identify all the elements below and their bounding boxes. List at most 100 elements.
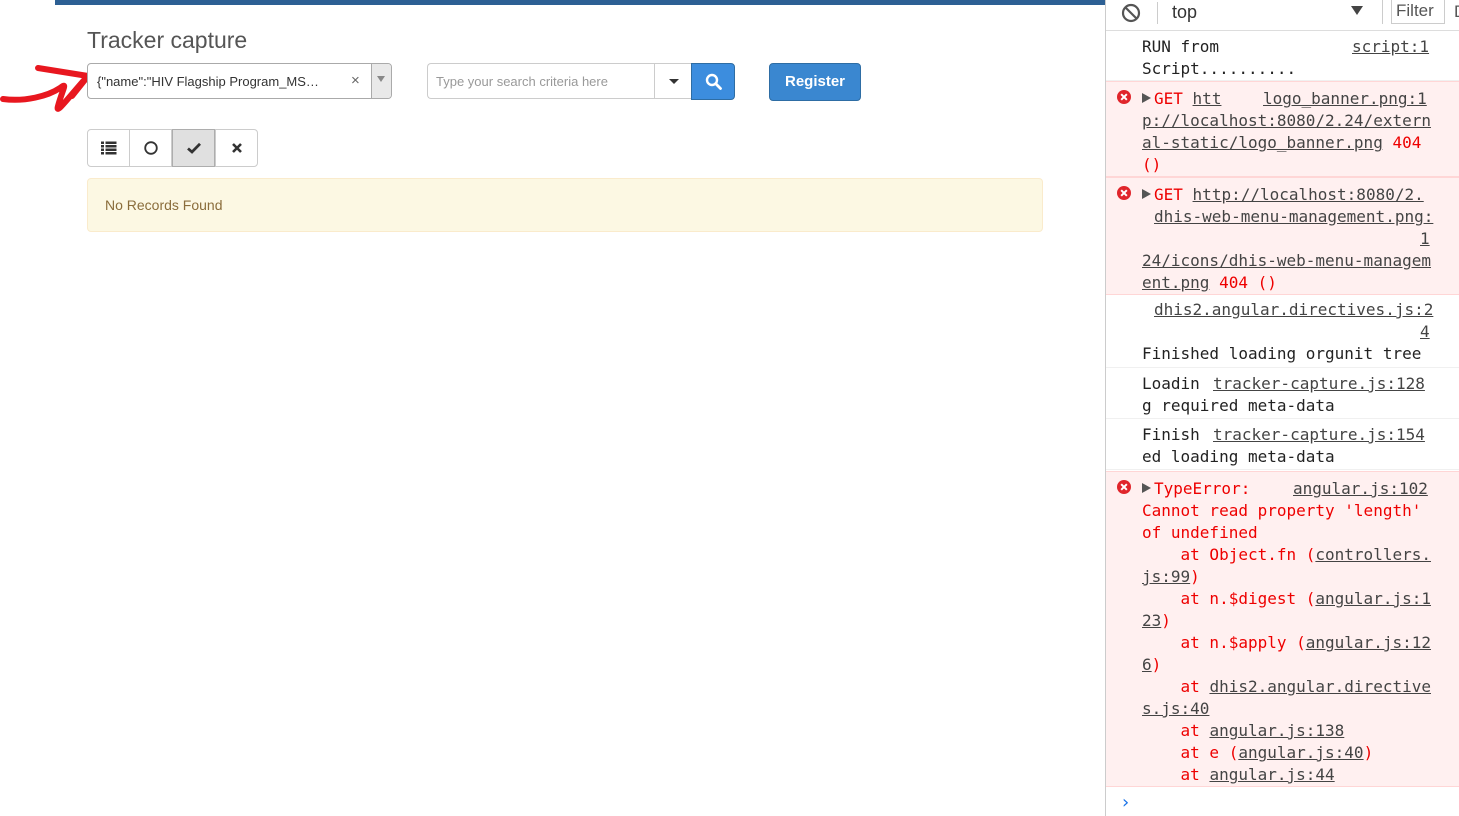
program-select-value: {"name":"HIV Flagship Program_MS… [97, 74, 319, 89]
stack-frame: at angular.js:44 [1142, 764, 1431, 786]
stack-source-link[interactable]: angular.js:40 [1238, 743, 1363, 762]
stack-frame-text: ) [1363, 743, 1374, 762]
error-icon [1117, 480, 1131, 494]
stack-frame-text: at [1142, 721, 1210, 740]
clear-selection-icon[interactable]: × [351, 72, 360, 89]
stack-trace: at Object.fn (controllers. js:99) at n.$d… [1142, 544, 1431, 786]
stack-frame-text: at n.$digest ( [1142, 589, 1316, 608]
request-url-link[interactable]: al-static/logo_banner.png [1142, 133, 1383, 152]
no-records-alert: No Records Found [87, 178, 1043, 232]
search-input[interactable] [427, 63, 655, 99]
stack-frame-text: at [1142, 677, 1210, 696]
message-text: RUN from [1142, 37, 1220, 56]
stack-frame: at angular.js:138 [1142, 720, 1431, 742]
devtools-console-panel: top Filter D RUN from script:1 Script...… [1105, 0, 1459, 816]
stack-source-link[interactable]: angular.js:44 [1209, 765, 1334, 784]
stack-source-link[interactable]: angular.js:138 [1209, 721, 1344, 740]
message-text: g required meta-data [1142, 396, 1335, 415]
register-button[interactable]: Register [769, 63, 861, 101]
console-error-message: GET http://localhost:8080/2. dhis-web-me… [1106, 177, 1459, 295]
request-url-link[interactable]: http://localhost:8080/2. [1193, 185, 1424, 204]
stack-frame: 6) [1142, 654, 1431, 676]
http-status: 404 () [1219, 273, 1277, 292]
open-filter-button[interactable] [129, 129, 172, 167]
cancelled-filter-button[interactable] [215, 129, 258, 167]
console-error-message: TypeError: angular.js:102 Cannot read pr… [1106, 471, 1459, 787]
search-options-dropdown[interactable] [654, 63, 692, 99]
stack-frame: at Object.fn (controllers. [1142, 544, 1431, 566]
error-message: Cannot read property 'length' [1142, 501, 1422, 520]
chevron-down-icon [377, 76, 385, 82]
stack-frame: at dhis2.angular.directive [1142, 676, 1431, 698]
source-link[interactable]: angular.js:102 [1293, 478, 1428, 500]
error-icon [1117, 186, 1131, 200]
page-title: Tracker capture [87, 27, 248, 53]
message-text: Finished loading orgunit tree [1142, 344, 1422, 363]
annotation-arrow [0, 65, 91, 112]
console-log-message: Loadin tracker-capture.js:128 g required… [1106, 369, 1459, 419]
source-link[interactable]: tracker-capture.js:128 [1213, 373, 1425, 395]
alert-text: No Records Found [105, 197, 223, 213]
source-link[interactable]: tracker-capture.js:154 [1213, 424, 1425, 446]
stack-frame-text: at Object.fn ( [1142, 545, 1316, 564]
request-url-link[interactable]: htt [1193, 89, 1222, 108]
toolbar-divider [1157, 2, 1158, 24]
expand-triangle-icon[interactable] [1142, 93, 1151, 103]
search-icon [705, 73, 722, 90]
console-log-message: dhis2.angular.directives.js:2 4 Finished… [1106, 296, 1459, 368]
context-selector[interactable]: top [1172, 2, 1197, 23]
top-header-bar [55, 0, 1105, 5]
source-link[interactable]: 1 [1420, 228, 1430, 250]
stack-source-link[interactable]: angular.js:1 [1315, 589, 1431, 608]
context-dropdown-icon[interactable] [1351, 6, 1363, 15]
source-link[interactable]: script:1 [1352, 36, 1429, 58]
completed-filter-button[interactable] [172, 129, 215, 167]
console-prompt-icon[interactable]: › [1120, 792, 1131, 813]
console-error-message: GET htt logo_banner.png:1 p://localhost:… [1106, 81, 1459, 177]
console-log-message: RUN from script:1 Script.......... [1106, 31, 1459, 81]
program-select-toggle[interactable] [371, 64, 391, 98]
console-toolbar: top Filter D [1106, 0, 1459, 31]
stack-source-link[interactable]: 23 [1142, 611, 1161, 630]
stack-source-link[interactable]: controllers. [1315, 545, 1431, 564]
clear-console-icon[interactable] [1121, 3, 1141, 23]
stack-source-link[interactable]: 6 [1142, 655, 1152, 674]
stack-frame-text: at n.$apply ( [1142, 633, 1306, 652]
source-link[interactable]: logo_banner.png:1 [1263, 88, 1427, 110]
error-type: TypeError: [1154, 479, 1251, 498]
search-button[interactable] [691, 63, 735, 100]
message-text: ed loading meta-data [1142, 447, 1335, 466]
times-icon [231, 143, 242, 153]
stack-frame-text: ) [1151, 655, 1162, 674]
list-view-button[interactable] [87, 129, 130, 167]
message-text: Script.......... [1142, 59, 1297, 78]
stack-source-link[interactable]: s.js:40 [1142, 699, 1209, 718]
error-icon [1117, 90, 1131, 104]
request-url-link[interactable]: 24/icons/dhis-web-menu-managem [1142, 250, 1431, 272]
expand-triangle-icon[interactable] [1142, 483, 1151, 493]
stack-source-link[interactable]: dhis2.angular.directive [1209, 677, 1431, 696]
default-levels-label[interactable]: D [1454, 2, 1459, 22]
request-url-link[interactable]: p://localhost:8080/2.24/extern [1142, 110, 1431, 132]
message-text: Finish [1142, 425, 1200, 444]
expand-triangle-icon[interactable] [1142, 189, 1151, 199]
stack-frame: at n.$digest (angular.js:1 [1142, 588, 1431, 610]
http-method: GET [1154, 89, 1183, 108]
console-log-message: Finish tracker-capture.js:154 ed loading… [1106, 420, 1459, 470]
http-method: GET [1154, 185, 1183, 204]
source-link[interactable]: dhis2.angular.directives.js:2 [1154, 299, 1433, 321]
stack-source-link[interactable]: angular.js:12 [1306, 633, 1431, 652]
stack-source-link[interactable]: js:99 [1142, 567, 1190, 586]
stack-frame: js:99) [1142, 566, 1431, 588]
source-link[interactable]: 4 [1420, 321, 1430, 343]
stack-frame: at e (angular.js:40) [1142, 742, 1431, 764]
stack-frame: at n.$apply (angular.js:12 [1142, 632, 1431, 654]
source-link[interactable]: dhis-web-menu-management.png: [1154, 206, 1433, 228]
circle-icon [143, 141, 158, 155]
toolbar-divider [1382, 0, 1383, 24]
request-url-link[interactable]: ent.png [1142, 273, 1209, 292]
stack-frame-text: at [1142, 765, 1210, 784]
list-icon [100, 141, 116, 155]
console-filter-input[interactable]: Filter [1391, 0, 1445, 24]
program-select[interactable]: {"name":"HIV Flagship Program_MS… × [87, 63, 392, 99]
